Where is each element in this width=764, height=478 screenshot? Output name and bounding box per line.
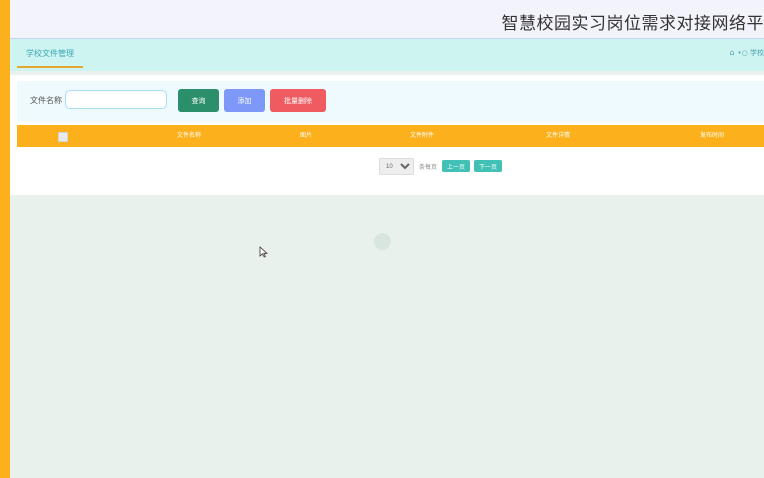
search-bar: 文件名称 查询 添加 批量删除 (17, 81, 764, 121)
mouse-cursor-icon (259, 246, 269, 258)
click-highlight (374, 233, 391, 250)
next-page-button[interactable]: 下一页 (474, 160, 502, 172)
tab-bar: 学校文件管理 ⌂ •○ 学校 (10, 39, 764, 71)
page-size-select[interactable]: 10 (379, 158, 414, 175)
breadcrumb-current[interactable]: 学校 (750, 49, 764, 57)
column-header-details[interactable]: 文件详情 (546, 125, 570, 147)
column-header-attachment[interactable]: 文件附件 (410, 125, 434, 147)
search-label: 文件名称 (30, 96, 62, 105)
left-accent-bar (0, 0, 10, 478)
query-button[interactable]: 查询 (178, 89, 219, 112)
content-panel: 文件名称 查询 添加 批量删除 文件名称 图片 文件附件 文件详情 发布时间 1… (10, 75, 764, 195)
table-header: 文件名称 图片 文件附件 文件详情 发布时间 (17, 125, 764, 147)
column-header-image[interactable]: 图片 (300, 125, 312, 147)
top-header: 智慧校园实习岗位需求对接网络平 (10, 0, 764, 39)
page-size-label: 条每页 (419, 164, 438, 171)
file-name-search-input[interactable] (65, 90, 167, 109)
prev-page-button[interactable]: 上一页 (442, 160, 470, 172)
tab-school-files[interactable]: 学校文件管理 (17, 39, 83, 68)
column-header-file-name[interactable]: 文件名称 (177, 125, 201, 147)
select-all-checkbox[interactable] (58, 132, 68, 142)
site-title: 智慧校园实习岗位需求对接网络平 (501, 14, 764, 34)
column-header-publish-time[interactable]: 发布时间 (700, 125, 724, 147)
add-button[interactable]: 添加 (224, 89, 265, 112)
breadcrumb: ⌂ •○ 学校 (729, 48, 764, 58)
home-icon[interactable]: ⌂ (729, 48, 734, 57)
breadcrumb-separator: •○ (737, 49, 748, 57)
batch-delete-button[interactable]: 批量删除 (270, 89, 326, 112)
